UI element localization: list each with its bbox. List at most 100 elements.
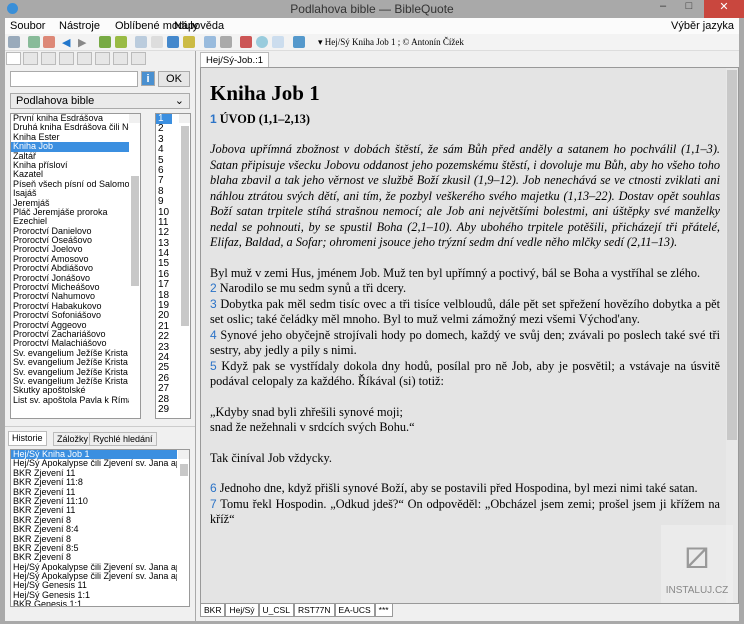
- tab-historie[interactable]: Historie: [8, 431, 47, 446]
- close-button[interactable]: ✕: [704, 0, 744, 18]
- module-tab[interactable]: RST77N: [293, 604, 335, 617]
- chapter-item[interactable]: 29: [156, 404, 172, 415]
- book-item[interactable]: Jeremjáš: [11, 199, 129, 208]
- book-item[interactable]: Sv. evangelium Ježíše Krista podle Marka: [11, 358, 129, 367]
- book-item[interactable]: List sv. apoštola Pavla k Římanům: [11, 396, 129, 405]
- refresh-icon[interactable]: [167, 36, 179, 48]
- sound-icon[interactable]: [240, 36, 252, 48]
- book-item[interactable]: Proroctví Malachiášovo: [11, 339, 129, 348]
- forward-icon[interactable]: ▶: [78, 36, 90, 49]
- verse-number[interactable]: 3: [210, 297, 217, 311]
- document-scrollbar[interactable]: [726, 68, 738, 603]
- new-tab-icon[interactable]: [28, 36, 40, 48]
- history-item[interactable]: BKR Zjevení 8: [11, 516, 177, 525]
- book-item[interactable]: Isajáš: [11, 189, 129, 198]
- book-item[interactable]: Proroctví Amosovo: [11, 255, 129, 264]
- verse-number[interactable]: 4: [210, 328, 217, 342]
- menu-language[interactable]: Výběr jazyka: [671, 20, 734, 32]
- module-tab[interactable]: ***: [374, 604, 393, 617]
- chapter-item[interactable]: 4: [156, 144, 172, 155]
- history-list[interactable]: Hej/Sý Kniha Job 1 Hej/Sý Apokalypse čili…: [10, 449, 190, 607]
- document-tab[interactable]: Hej/Sý-Job.:1: [200, 52, 270, 68]
- book-item[interactable]: Pláč Jeremjáše proroka: [11, 208, 129, 217]
- next-chapter-icon[interactable]: [115, 36, 127, 48]
- search-input[interactable]: [10, 71, 138, 87]
- history-item[interactable]: BKR Zjevení 11: [11, 469, 177, 478]
- history-item[interactable]: BKR Zjevení 8:4: [11, 525, 177, 534]
- menu-soubor[interactable]: Soubor: [10, 20, 45, 32]
- history-item[interactable]: BKR Genesis 1:1: [11, 600, 177, 606]
- history-item[interactable]: Hej/Sý Kniha Job 1: [11, 450, 177, 460]
- current-reference[interactable]: ▾ Hej/Sý Kniha Job 1 ; © Antonín Čížek: [318, 37, 464, 48]
- chapter-list-scrollbar[interactable]: [179, 114, 190, 326]
- history-item[interactable]: BKR Zjevení 8:5: [11, 544, 177, 553]
- history-item[interactable]: BKR Zjevení 11: [11, 506, 177, 515]
- page-icon[interactable]: [204, 36, 216, 48]
- history-item[interactable]: Hej/Sý Apokalypse čili Zjevení sv. Jana …: [11, 459, 177, 468]
- print-icon[interactable]: [220, 36, 232, 48]
- columns-icon[interactable]: [183, 36, 195, 48]
- book-icon[interactable]: [272, 36, 284, 48]
- chapter-item[interactable]: 9: [156, 196, 172, 207]
- strong-icon[interactable]: [151, 36, 163, 48]
- tab-zalozky[interactable]: Záložky: [53, 432, 93, 446]
- back-icon[interactable]: ◀: [62, 36, 74, 49]
- tab-strong-icon[interactable]: [59, 52, 74, 65]
- book-item[interactable]: Druhá kniha Esdrášova čili Nehemiášova: [11, 123, 129, 132]
- tab-books-icon[interactable]: [6, 52, 21, 65]
- history-item[interactable]: BKR Zjevení 11: [11, 488, 177, 497]
- tab-folder-icon[interactable]: [95, 52, 110, 65]
- book-item[interactable]: Proroctví Habakukovo: [11, 302, 129, 311]
- module-tab[interactable]: Hej/Sý: [225, 604, 259, 617]
- history-item[interactable]: Hej/Sý Genesis 1:1: [11, 591, 177, 600]
- info-button[interactable]: i: [141, 71, 155, 86]
- book-item[interactable]: Proroctví Joelovo: [11, 245, 129, 254]
- module-tab[interactable]: U_CSL: [258, 604, 294, 617]
- book-item[interactable]: Proroctví Aggeovo: [11, 321, 129, 330]
- tab-rychle-hledani[interactable]: Rychlé hledání: [89, 432, 157, 446]
- history-list-scrollbar[interactable]: [178, 450, 189, 476]
- toggle-panel-icon[interactable]: [8, 36, 20, 48]
- module-tab[interactable]: EA-UCS: [334, 604, 375, 617]
- book-item[interactable]: První kniha Esdrášova: [11, 114, 129, 123]
- ok-button[interactable]: OK: [158, 71, 190, 87]
- chapter-item[interactable]: 27: [156, 383, 172, 394]
- tab-tree-icon[interactable]: [113, 52, 128, 65]
- book-item[interactable]: Proroctví Zachariášovo: [11, 330, 129, 339]
- book-item[interactable]: Ezechiel: [11, 217, 129, 226]
- book-list[interactable]: První kniha Esdrášova Druhá kniha Esdrášo…: [10, 113, 141, 419]
- verse-number[interactable]: 6: [210, 481, 217, 495]
- book-item[interactable]: Žaltář: [11, 152, 129, 161]
- book-list-scrollbar[interactable]: [129, 114, 140, 286]
- verse-number[interactable]: 2: [210, 281, 217, 295]
- book-item[interactable]: Sv. evangelium Ježíše Krista podle Matou…: [11, 349, 129, 358]
- book-item[interactable]: Proroctví Jonášovo: [11, 274, 129, 283]
- link-icon[interactable]: [293, 36, 305, 48]
- copyright-icon[interactable]: [256, 36, 268, 48]
- tab-search-icon[interactable]: [23, 52, 38, 65]
- history-item[interactable]: BKR Zjevení 8: [11, 553, 177, 562]
- copy-icon[interactable]: [135, 36, 147, 48]
- verse-number[interactable]: 5: [210, 359, 217, 373]
- verse-number[interactable]: 7: [210, 497, 217, 511]
- minimize-button[interactable]: –: [650, 0, 676, 18]
- tab-dictionary-icon[interactable]: [131, 52, 146, 65]
- history-item[interactable]: Hej/Sý Genesis 11: [11, 581, 177, 590]
- book-item[interactable]: Proroctví Danielovo: [11, 227, 129, 236]
- maximize-button[interactable]: □: [676, 0, 702, 18]
- module-select[interactable]: Podlahova bible ⌄: [10, 93, 190, 109]
- book-item[interactable]: Kniha Ester: [11, 133, 129, 142]
- book-item[interactable]: Píseň všech písní od Šalomouna: [11, 180, 129, 189]
- tab-list-icon[interactable]: [77, 52, 92, 65]
- history-item[interactable]: Hej/Sý Apokalypse čili Zjevení sv. Jana …: [11, 563, 177, 572]
- tab-comments-icon[interactable]: [41, 52, 56, 65]
- book-item[interactable]: Proroctví Sofoniášovo: [11, 311, 129, 320]
- history-item[interactable]: Hej/Sý Apokalypse čili Zjevení sv. Jana …: [11, 572, 177, 581]
- chapter-list[interactable]: 1 2 3 4 5 6 7 8 9 10 11 12 13 14 15 16 17 18 19 20 21 22 23 24 2…: [155, 113, 191, 419]
- verse-number[interactable]: 1: [210, 112, 217, 126]
- book-item[interactable]: Skutky apoštolské: [11, 386, 129, 395]
- book-item[interactable]: Kniha přísloví: [11, 161, 129, 170]
- menu-napoveda[interactable]: Nápověda: [174, 20, 224, 32]
- prev-chapter-icon[interactable]: [99, 36, 111, 48]
- book-item[interactable]: Proroctví Micheášovo: [11, 283, 129, 292]
